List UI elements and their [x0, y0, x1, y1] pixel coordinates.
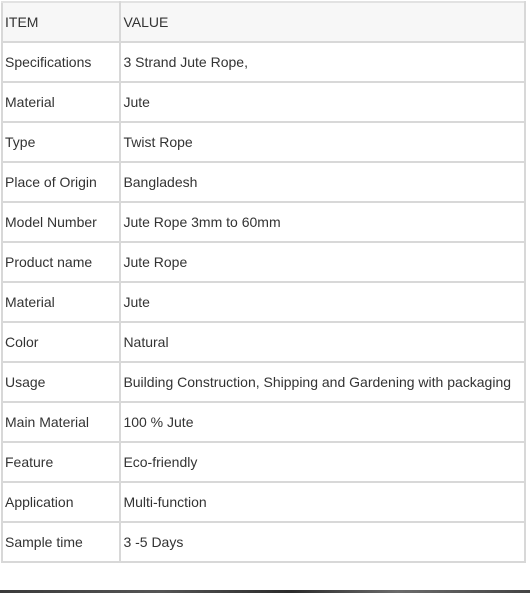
item-cell: Usage: [0, 361, 122, 403]
table-row: Specifications 3 Strand Jute Rope,: [0, 41, 526, 83]
table-row: Material Jute: [0, 281, 526, 323]
value-cell: 100 % Jute: [119, 401, 526, 443]
item-cell: Color: [0, 321, 122, 363]
spec-table: ITEM VALUE Specifications 3 Strand Jute …: [0, 1, 526, 563]
item-cell: Material: [0, 81, 122, 123]
value-cell: Eco-friendly: [119, 441, 526, 483]
item-cell: Specifications: [0, 41, 122, 83]
header-value: VALUE: [119, 1, 526, 43]
item-cell: Type: [0, 121, 122, 163]
table-row: Type Twist Rope: [0, 121, 526, 163]
table-row: Color Natural: [0, 321, 526, 363]
table-row: Place of Origin Bangladesh: [0, 161, 526, 203]
item-cell: Model Number: [0, 201, 122, 243]
item-cell: Product name: [0, 241, 122, 283]
value-cell: Jute Rope 3mm to 60mm: [119, 201, 526, 243]
table-row: Main Material 100 % Jute: [0, 401, 526, 443]
value-cell: Bangladesh: [119, 161, 526, 203]
table-row: Product name Jute Rope: [0, 241, 526, 283]
item-cell: Sample time: [0, 521, 122, 563]
value-cell: Building Construction, Shipping and Gard…: [119, 361, 526, 403]
value-cell: Jute: [119, 281, 526, 323]
value-cell: Natural: [119, 321, 526, 363]
table-row: Sample time 3 -5 Days: [0, 521, 526, 563]
value-cell: 3 Strand Jute Rope,: [119, 41, 526, 83]
item-cell: Feature: [0, 441, 122, 483]
value-cell: Multi-function: [119, 481, 526, 523]
value-cell: Jute Rope: [119, 241, 526, 283]
item-cell: Main Material: [0, 401, 122, 443]
header-item: ITEM: [0, 1, 122, 43]
item-cell: Place of Origin: [0, 161, 122, 203]
table-row: Model Number Jute Rope 3mm to 60mm: [0, 201, 526, 243]
item-cell: Application: [0, 481, 122, 523]
value-cell: Twist Rope: [119, 121, 526, 163]
table-header-row: ITEM VALUE: [0, 1, 526, 43]
table-row: Usage Building Construction, Shipping an…: [0, 361, 526, 403]
item-cell: Material: [0, 281, 122, 323]
table-row: Feature Eco-friendly: [0, 441, 526, 483]
value-cell: Jute: [119, 81, 526, 123]
value-cell: 3 -5 Days: [119, 521, 526, 563]
table-row: Application Multi-function: [0, 481, 526, 523]
table-row: Material Jute: [0, 81, 526, 123]
